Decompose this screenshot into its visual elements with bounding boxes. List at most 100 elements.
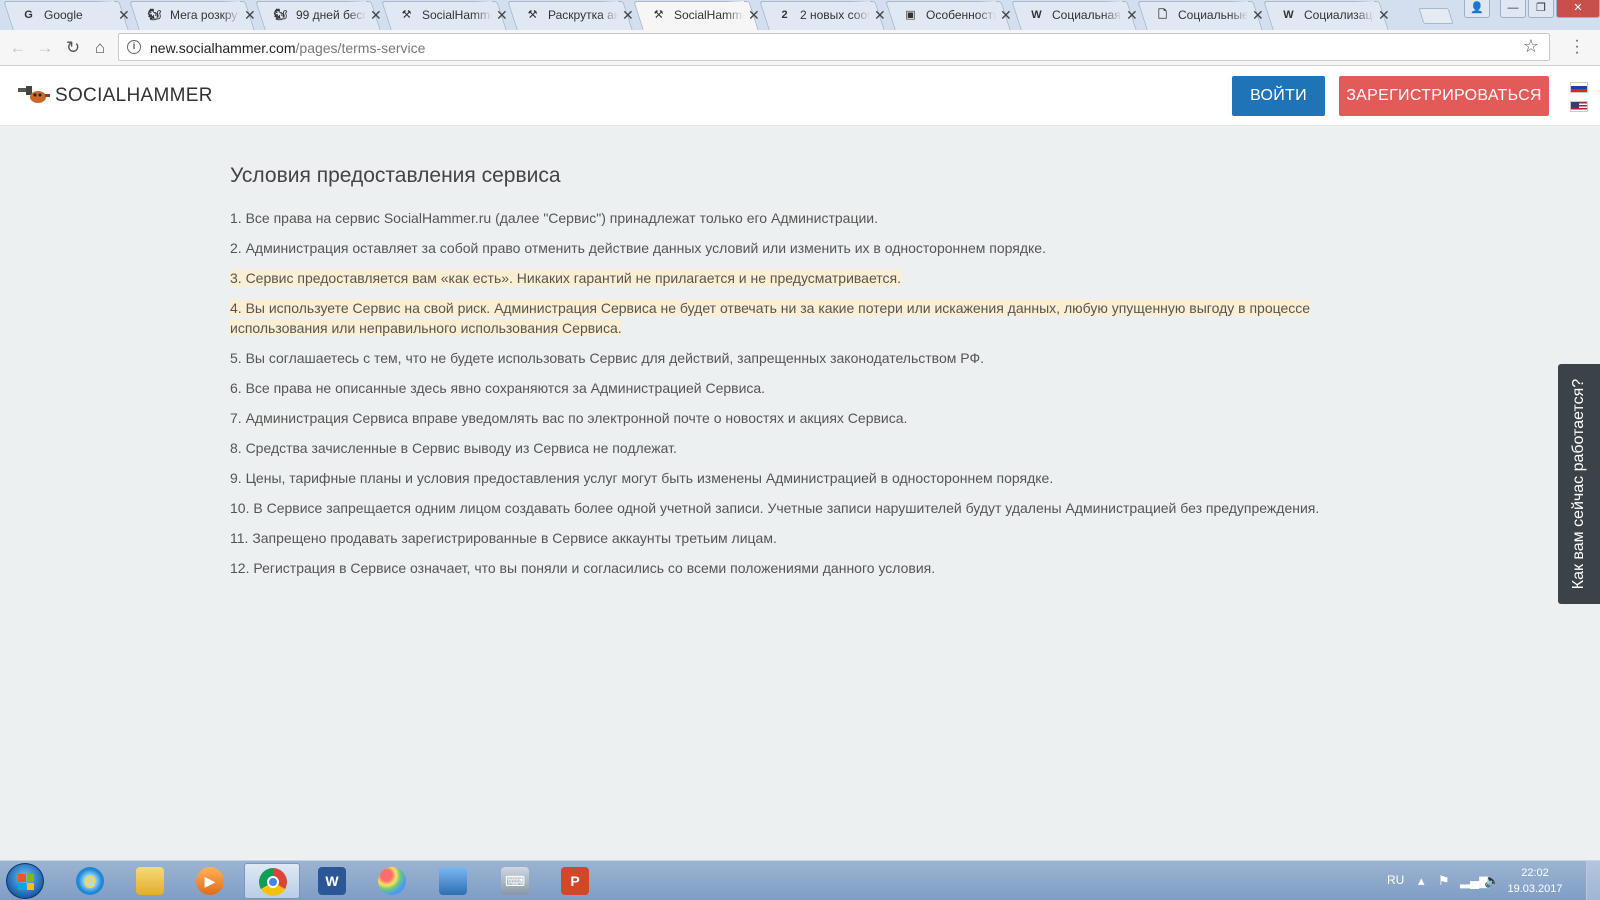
paint-icon xyxy=(378,867,406,895)
terms-item-text: 10. В Сервисе запрещается одним лицом со… xyxy=(230,500,1320,516)
windows-logo-icon xyxy=(18,874,34,890)
tab-title: Особенности xyxy=(926,1,996,29)
url-host: new.socialhammer.com xyxy=(150,40,296,56)
browser-tab[interactable]: ⚒SocialHammer✕ xyxy=(380,1,508,30)
user-profile-icon[interactable]: 👤 xyxy=(1464,0,1490,18)
tab-title: Google xyxy=(44,1,114,29)
taskbar-app-explorer[interactable] xyxy=(122,863,178,899)
hammer-logo-icon[interactable] xyxy=(18,84,50,104)
browser-tab[interactable]: ⚒SocialHammer✕ xyxy=(632,1,760,30)
tab-favicon-icon: W xyxy=(1283,9,1294,21)
minimize-icon[interactable]: — xyxy=(1500,0,1526,18)
terms-item-text: 1. Все права на сервис SocialHammer.ru (… xyxy=(230,210,879,226)
window-controls: 👤 — ❐ ✕ xyxy=(1462,0,1600,20)
tab-favicon-icon: ▣ xyxy=(905,9,916,21)
chrome-icon xyxy=(259,868,287,896)
terms-item-text: 11. Запрещено продавать зарегистрированн… xyxy=(230,530,777,546)
taskbar-app-chrome[interactable] xyxy=(244,863,300,899)
russian-flag-icon[interactable] xyxy=(1570,82,1588,93)
terms-item-text: 7. Администрация Сервиса вправе уведомля… xyxy=(230,410,908,426)
tab-favicon-icon: ⚒ xyxy=(401,9,412,21)
tab-title: 2 новых сообщения xyxy=(800,1,870,29)
show-desktop-button[interactable] xyxy=(1586,861,1600,900)
taskbar-app-powerpoint[interactable]: P xyxy=(547,863,603,899)
taskbar-app-keyboard[interactable]: ⌨ xyxy=(487,863,543,899)
clock-date: 19.03.2017 xyxy=(1507,883,1563,895)
explorer-icon xyxy=(136,867,164,895)
close-window-icon[interactable]: ✕ xyxy=(1556,0,1600,18)
browser-tab[interactable]: W Социализация✕ xyxy=(1262,1,1390,30)
url-text[interactable]: new.socialhammer.com/pages/terms-service xyxy=(150,40,425,56)
browser-tab[interactable]: 22 новых сообщения✕ xyxy=(758,1,886,30)
start-button[interactable] xyxy=(6,863,44,899)
terms-content: Условия предоставления сервиса 1. Все пр… xyxy=(230,126,1370,588)
volume-icon[interactable]: 🔈 xyxy=(1484,873,1500,889)
address-toolbar: ← → ↻ ⌂ i new.socialhammer.com/pages/ter… xyxy=(0,30,1600,66)
us-flag-icon[interactable] xyxy=(1570,101,1588,112)
login-button[interactable]: ВОЙТИ xyxy=(1232,76,1325,116)
terms-item: 5. Вы соглашаетесь с тем, что не будете … xyxy=(230,348,1370,368)
browser-tab[interactable]: 🐿Мега розкрутка✕ xyxy=(128,1,256,30)
action-center-flag-icon[interactable]: ⚑ xyxy=(1438,873,1450,889)
tab-title: Мега розкрутка xyxy=(170,1,240,29)
bookmark-star-icon[interactable]: ☆ xyxy=(1523,36,1539,57)
network-icon xyxy=(439,867,467,895)
ie-icon: e xyxy=(76,867,104,895)
tab-title: Раскрутка аккаунтов xyxy=(548,1,618,29)
media-icon: ▶ xyxy=(196,867,224,895)
terms-item: 9. Цены, тарифные планы и условия предос… xyxy=(230,468,1370,488)
register-button[interactable]: ЗАРЕГИСТРИРОВАТЬСЯ xyxy=(1339,76,1549,116)
feedback-tab[interactable]: Как вам сейчас работается? xyxy=(1558,364,1600,604)
tab-favicon-icon: 2 xyxy=(781,9,788,21)
browser-tab[interactable]: ▣ Особенности ✕ xyxy=(884,1,1012,30)
terms-item-text: 4. Вы используете Сервис на свой риск. А… xyxy=(230,300,1311,336)
terms-item-text: 9. Цены, тарифные планы и условия предос… xyxy=(230,470,1054,486)
tab-favicon-icon: ⚒ xyxy=(527,9,538,21)
terms-item: 8. Средства зачисленные в Сервис выводу … xyxy=(230,438,1370,458)
browser-tab-strip: G Google ✕ 🐿 Мега розкрутка ✕ 🐿 99 дней бесплат… xyxy=(0,0,1600,30)
new-tab-button[interactable] xyxy=(1418,8,1454,24)
tab-favicon-icon: 🐿 xyxy=(147,9,162,21)
taskbar-app-paint[interactable] xyxy=(364,863,420,899)
feedback-label: Как вам сейчас работается? xyxy=(1570,378,1587,590)
restore-icon[interactable]: ❐ xyxy=(1528,0,1554,18)
browser-tab[interactable]: 🐿99 дней бесплатно✕ xyxy=(254,1,382,30)
system-tray: RU ▴ ⚑ ▂▄▆ 🔈 22:02 19.03.2017 xyxy=(1380,861,1580,900)
tab-close-icon[interactable]: ✕ xyxy=(1378,1,1390,29)
info-icon[interactable]: i xyxy=(127,40,141,54)
tab-title: Социальная сеть xyxy=(1052,1,1122,29)
terms-item: 12. Регистрация в Сервисе означает, что … xyxy=(230,558,1370,578)
language-indicator[interactable]: RU xyxy=(1387,873,1404,887)
forward-arrow-icon[interactable]: → xyxy=(33,36,57,60)
tab-favicon-icon: G xyxy=(24,9,33,21)
clock[interactable]: 22:02 19.03.2017 xyxy=(1500,865,1570,897)
taskbar-app-media[interactable]: ▶ xyxy=(182,863,238,899)
browser-tab[interactable]: G Google ✕ xyxy=(2,1,130,30)
page-title: Условия предоставления сервиса xyxy=(230,164,561,187)
windows-taskbar: e ▶ W ⌨ P RU ▴ ⚑ ▂▄▆ 🔈 22:02 19.03.2017 xyxy=(0,860,1600,900)
terms-list: 1. Все права на сервис SocialHammer.ru (… xyxy=(230,208,1370,578)
url-input[interactable]: i new.socialhammer.com/pages/terms-servi… xyxy=(118,33,1550,61)
browser-tab[interactable]: ⚒Раскрутка аккаунтов✕ xyxy=(506,1,634,30)
terms-item-text: 8. Средства зачисленные в Сервис выводу … xyxy=(230,440,677,456)
tab-title: Социальные сети xyxy=(1178,1,1248,29)
tab-favicon-icon: 🗋 xyxy=(1158,9,1167,21)
clock-time: 22:02 xyxy=(1521,867,1549,879)
taskbar-app-network[interactable] xyxy=(425,863,481,899)
browser-tab[interactable]: 🗋Социальные сети✕ xyxy=(1136,1,1264,30)
back-arrow-icon[interactable]: ← xyxy=(6,36,30,60)
tray-expand-icon[interactable]: ▴ xyxy=(1418,873,1425,889)
tab-favicon-icon: ⚒ xyxy=(653,9,664,21)
terms-item-text: 3. Сервис предоставляется вам «как есть»… xyxy=(230,270,902,286)
terms-item-text: 12. Регистрация в Сервисе означает, что … xyxy=(230,560,936,576)
browser-tab[interactable]: WСоциальная сеть✕ xyxy=(1010,1,1138,30)
home-icon[interactable]: ⌂ xyxy=(88,36,112,60)
url-path: /pages/terms-service xyxy=(295,40,426,56)
taskbar-app-ie[interactable]: e xyxy=(62,863,118,899)
terms-item: 3. Сервис предоставляется вам «как есть»… xyxy=(230,268,1370,288)
taskbar-app-word[interactable]: W xyxy=(304,863,360,899)
browser-menu-icon[interactable]: · · · xyxy=(1572,33,1582,61)
reload-icon[interactable]: ↻ xyxy=(61,36,85,60)
logo-text[interactable]: SOCIALHAMMER xyxy=(55,85,213,107)
tab-favicon-icon: 🐿 xyxy=(273,9,288,21)
